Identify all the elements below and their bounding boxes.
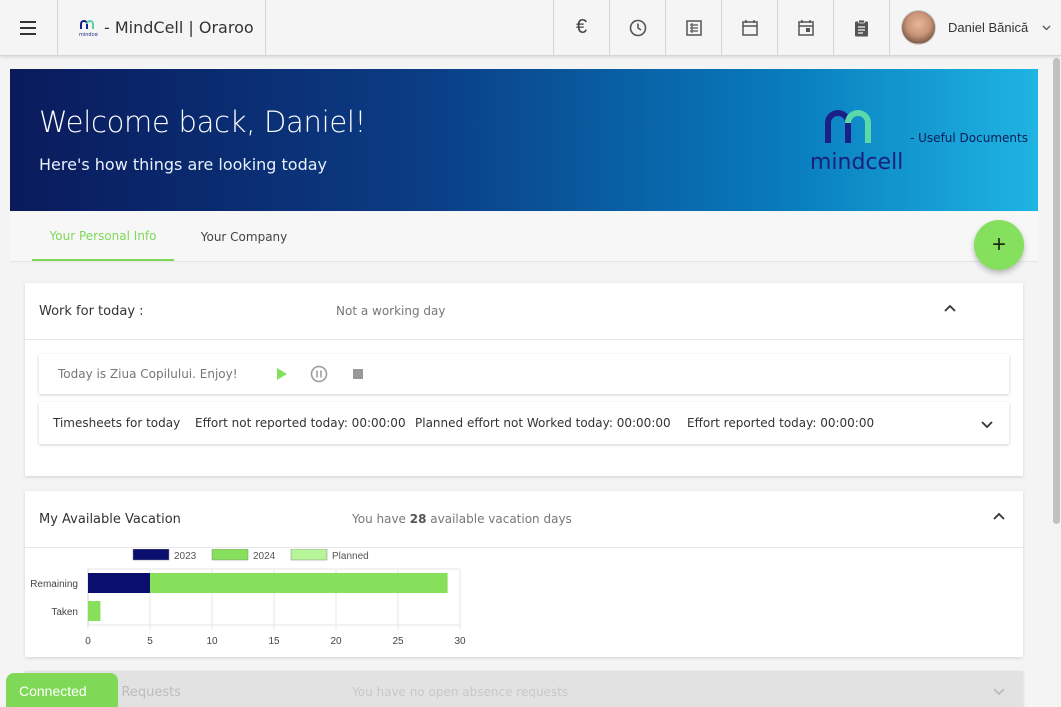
user-menu[interactable]: Daniel Bănică <box>889 0 1061 55</box>
bar-2024 <box>88 601 101 621</box>
chevron-down-icon[interactable] <box>979 416 995 432</box>
work-card: Work for today : Not a working day Today… <box>25 283 1023 476</box>
work-title: Work for today : <box>39 304 144 319</box>
mindcell-logo-small: mindcell <box>79 19 98 37</box>
chevron-down-icon <box>1042 25 1051 30</box>
welcome-subtitle: Here's how things are looking today <box>39 155 328 174</box>
vacation-status: You have 28 available vacation days <box>352 512 572 526</box>
x-tick-label: 30 <box>454 636 466 647</box>
x-tick-label: 0 <box>85 636 91 647</box>
welcome-banner: Welcome back, Daniel! Here's how things … <box>10 69 1038 211</box>
holiday-panel: Today is Ziua Copilului. Enjoy! <box>39 354 1009 394</box>
user-name: Daniel Bănică <box>948 20 1029 35</box>
timesheet-button[interactable] <box>609 0 665 55</box>
reports-button[interactable] <box>665 0 721 55</box>
clock-icon <box>629 19 646 36</box>
x-tick-label: 10 <box>206 636 218 647</box>
top-bar: mindcell - MindCell | Oraroo € Daniel Bă… <box>0 0 1061 56</box>
x-tick-label: 15 <box>268 636 280 647</box>
clipboard-icon <box>855 19 868 36</box>
effort-reported: Effort reported today: 00:00:00 <box>687 416 875 430</box>
legend-swatch <box>290 549 328 561</box>
add-button[interactable]: + <box>974 220 1024 270</box>
vacation-days: 28 <box>409 512 427 526</box>
vacation-chart: 2023 2024 Planned Remaining Taken 0 5 10 15 20 25 3… <box>30 549 466 647</box>
table-icon <box>685 19 702 36</box>
tab-bar: Your Personal Info Your Company <box>10 212 1038 262</box>
holiday-text: Today is Ziua Copilului. Enjoy! <box>58 367 238 381</box>
timesheet-panel[interactable]: Timesheets for today Effort not reported… <box>39 402 1009 444</box>
x-tick-label: 5 <box>147 636 153 647</box>
play-icon[interactable] <box>272 364 292 384</box>
euro-icon: € <box>575 16 588 38</box>
tasks-button[interactable] <box>833 0 889 55</box>
svg-text:mindcell: mindcell <box>79 32 98 37</box>
work-status: Not a working day <box>336 304 446 318</box>
work-card-header[interactable]: Work for today : Not a working day <box>25 283 1023 340</box>
absence-status: You have no open absence requests <box>352 685 569 699</box>
hamburger-icon <box>19 20 36 35</box>
x-tick-label: 25 <box>392 636 404 647</box>
legend-label: 2024 <box>253 551 276 562</box>
app-title: - MindCell | Oraroo <box>104 18 254 37</box>
vacation-title: My Available Vacation <box>39 512 181 527</box>
brand[interactable]: mindcell - MindCell | Oraroo <box>58 0 266 55</box>
chevron-up-icon[interactable] <box>942 301 958 317</box>
calendar-event-icon <box>797 20 814 36</box>
legend-label: Planned <box>332 551 369 562</box>
effort-not-reported: Effort not reported today: 00:00:00 <box>195 416 406 430</box>
vacation-card: My Available Vacation You have 28 availa… <box>25 491 1023 657</box>
tab-company[interactable]: Your Company <box>182 212 306 261</box>
absence-card[interactable]: My Absence Requests You have no open abs… <box>25 671 1023 707</box>
x-tick-label: 20 <box>330 636 342 647</box>
welcome-title: Welcome back, Daniel! <box>39 105 366 139</box>
scrollbar[interactable] <box>1053 58 1060 524</box>
pause-icon[interactable] <box>309 364 329 384</box>
vacation-card-header[interactable]: My Available Vacation You have 28 availa… <box>25 491 1023 548</box>
timesheet-label: Timesheets for today <box>53 416 181 430</box>
bar-2024 <box>150 573 448 593</box>
calendar-button[interactable] <box>721 0 777 55</box>
tab-personal-info[interactable]: Your Personal Info <box>32 212 174 261</box>
connection-toast: Connected <box>6 673 118 707</box>
useful-documents-link[interactable]: - Useful Documents <box>910 131 1028 145</box>
finance-button[interactable]: € <box>553 0 609 55</box>
planned-not-worked: Planned effort not Worked today: 00:00:0… <box>415 416 671 430</box>
chevron-up-icon[interactable] <box>991 509 1007 525</box>
menu-button[interactable] <box>0 0 58 55</box>
svg-text:mindcell: mindcell <box>810 150 903 173</box>
chevron-down-icon[interactable] <box>991 683 1007 699</box>
legend-swatch <box>132 549 170 561</box>
stop-icon[interactable] <box>348 364 368 384</box>
calendar-icon <box>741 20 758 36</box>
bar-2023 <box>88 573 150 593</box>
legend-label: 2023 <box>174 551 197 562</box>
category-label: Remaining <box>30 579 78 590</box>
category-label: Taken <box>51 607 78 618</box>
events-button[interactable] <box>777 0 833 55</box>
avatar <box>901 10 936 45</box>
legend-swatch <box>211 549 249 561</box>
mindcell-logo: mindcell <box>810 110 903 173</box>
